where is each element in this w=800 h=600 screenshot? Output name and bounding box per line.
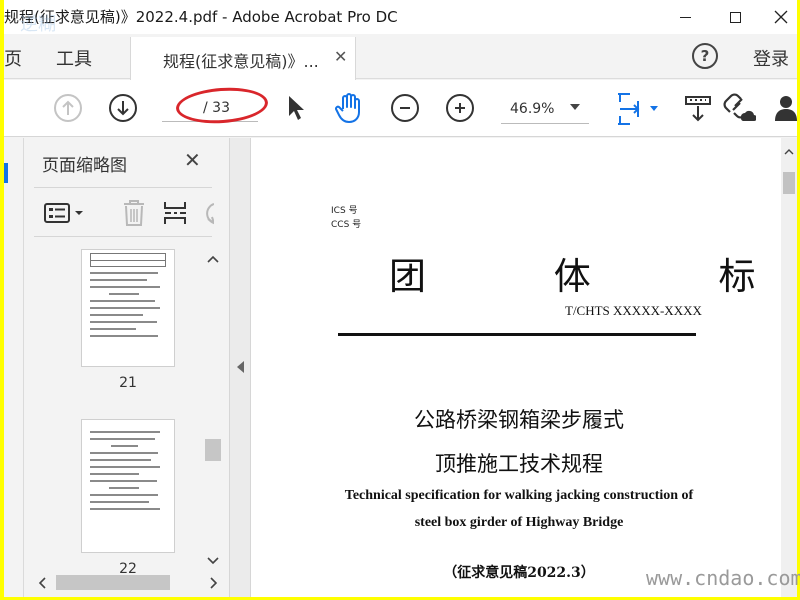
tab-tools[interactable]: 工具 [56,45,92,71]
stamp-icon [685,96,711,122]
tab-document[interactable]: 规程(征求意见稿)》... ✕ [130,37,356,80]
tab-bar: 页 工具 规程(征求意见稿)》... ✕ ? 登录 [4,34,797,80]
rotate-page-button[interactable] [202,200,216,230]
minus-icon [400,107,410,109]
acrobat-window: 规程(征求意见稿)》2022.4.pdf - Adobe Acrobat Pro… [4,0,797,597]
scrollbar-thumb[interactable] [783,172,795,194]
close-panel-icon[interactable]: ✕ [184,148,201,172]
document-view[interactable]: ICS 号 CCS 号 团 体 标 准 T/CHTS XXXXX-XXXX 公路… [251,138,797,597]
zoom-out-button[interactable] [391,94,419,122]
thumbnail-table [90,253,166,267]
active-pane-indicator [4,163,8,183]
maximize-icon [729,11,741,23]
thumbnail-page-21[interactable] [81,249,175,367]
panel-splitter[interactable] [229,138,251,597]
zoom-value: 46.9% [510,101,555,117]
redact-tool-button[interactable] [684,94,712,128]
plus-icon [455,103,465,113]
close-button[interactable] [758,0,797,34]
corner-watermark: 逆糊 [20,14,56,35]
select-tool-button[interactable] [286,94,306,126]
site-watermark: www.cndao.com [646,566,800,590]
window-title: 规程(征求意见稿)》2022.4.pdf - Adobe Acrobat Pro… [4,8,398,26]
scroll-right-icon[interactable] [210,577,218,589]
insert-page-icon [164,202,186,224]
document-vertical-scrollbar[interactable] [781,138,797,597]
english-title-line-1: Technical specification for walking jack… [344,488,694,503]
insert-page-button[interactable] [162,200,188,230]
scroll-up-icon[interactable] [207,255,219,263]
arrow-down-icon [117,101,129,116]
user-icon [775,96,797,121]
options-menu-button[interactable] [44,202,86,228]
list-options-icon [44,203,83,223]
english-title-line-2: steel box girder of Highway Bridge [414,515,624,530]
rotate-icon [206,203,216,226]
tab-home[interactable]: 页 [4,45,22,71]
thumbnail-vertical-scrollbar[interactable] [204,249,222,579]
toolbar: / 33 46.9% [4,80,797,137]
hand-icon [335,93,360,123]
standard-type-title: 团 体 标 准 [389,255,797,298]
close-tab-icon[interactable]: ✕ [334,47,347,66]
arrow-up-icon [62,100,74,115]
close-icon [774,10,788,24]
ccs-number: CCS 号 [331,220,362,230]
share-user-button[interactable] [774,94,797,126]
share-link-button[interactable] [722,92,757,128]
minimize-icon [679,16,691,18]
scrollbar-thumb[interactable] [56,575,170,590]
thumbnail-page-22[interactable] [81,419,175,553]
thumbnail-list: 21 22 [24,249,202,579]
hand-tool-button[interactable] [335,92,365,128]
minimize-button[interactable] [662,0,708,34]
next-page-button[interactable] [109,94,137,122]
thumbnail-page-number: 21 [119,375,137,391]
navigation-pane-strip [4,138,24,597]
maximize-button[interactable] [712,0,758,34]
chinese-title-line-1: 公路桥梁钢箱梁步履式 [414,408,624,432]
document-tab-label: 规程(征求意见稿)》... [163,52,319,71]
scrollbar-thumb[interactable] [205,439,221,461]
title-rule [338,333,696,336]
cursor-arrow-icon [289,96,304,120]
ics-number: ICS 号 [331,206,358,216]
thumbnails-panel-title: 页面缩略图 [42,156,127,176]
chevron-down-icon [570,104,580,110]
page-thumbnails-panel: 页面缩略图 ✕ 21 22 [24,138,228,597]
thumbnail-toolbar [34,187,216,237]
previous-page-button[interactable] [54,94,82,122]
scroll-down-icon[interactable] [207,557,219,565]
collapse-panel-icon[interactable] [237,361,244,373]
zoom-in-button[interactable] [446,94,474,122]
login-link[interactable]: 登录 [753,45,789,71]
delete-page-button[interactable] [122,199,146,231]
trash-icon [124,200,144,226]
scroll-up-icon[interactable] [784,148,794,155]
fit-page-icon [618,93,658,125]
fit-page-button[interactable] [616,92,660,130]
document-number: T/CHTS XXXXX-XXXX [565,303,702,318]
pdf-page: ICS 号 CCS 号 团 体 标 准 T/CHTS XXXXX-XXXX 公路… [251,138,797,597]
help-button[interactable]: ? [692,43,718,69]
chinese-title-line-2: 顶推施工技术规程 [435,452,603,476]
scroll-left-icon[interactable] [38,577,46,589]
title-bar: 规程(征求意见稿)》2022.4.pdf - Adobe Acrobat Pro… [4,0,797,35]
thumbnail-horizontal-scrollbar[interactable] [34,573,222,591]
link-icon [723,93,757,121]
